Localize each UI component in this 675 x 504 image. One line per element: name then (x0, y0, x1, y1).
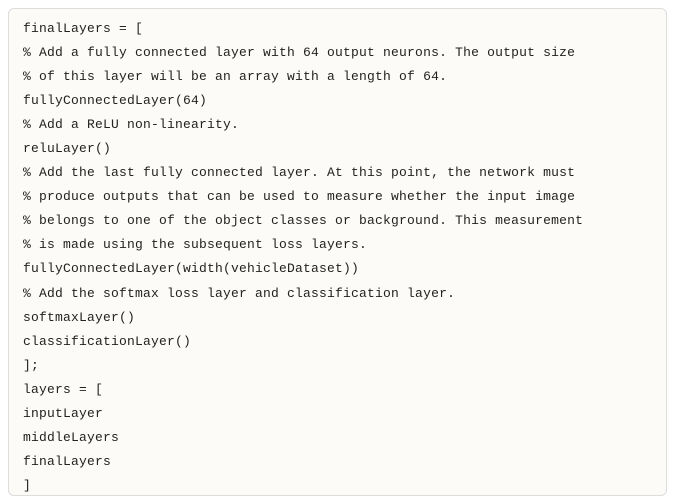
code-line: % of this layer will be an array with a … (23, 65, 652, 89)
code-line: % is made using the subsequent loss laye… (23, 233, 652, 257)
code-line: fullyConnectedLayer(64) (23, 89, 652, 113)
code-line: % produce outputs that can be used to me… (23, 185, 652, 209)
code-line: fullyConnectedLayer(width(vehicleDataset… (23, 257, 652, 281)
code-line: reluLayer() (23, 137, 652, 161)
code-block: finalLayers = [ % Add a fully connected … (8, 8, 667, 496)
code-line: finalLayers = [ (23, 17, 652, 41)
code-line: layers = [ (23, 378, 652, 402)
code-line: classificationLayer() (23, 330, 652, 354)
code-line: finalLayers (23, 450, 652, 474)
code-line: % Add a ReLU non-linearity. (23, 113, 652, 137)
code-line: % Add the softmax loss layer and classif… (23, 282, 652, 306)
code-line: softmaxLayer() (23, 306, 652, 330)
code-line: middleLayers (23, 426, 652, 450)
code-line: % Add a fully connected layer with 64 ou… (23, 41, 652, 65)
code-line: ]; (23, 354, 652, 378)
code-line: ] (23, 474, 652, 496)
code-line: inputLayer (23, 402, 652, 426)
code-line: % Add the last fully connected layer. At… (23, 161, 652, 185)
code-line: % belongs to one of the object classes o… (23, 209, 652, 233)
